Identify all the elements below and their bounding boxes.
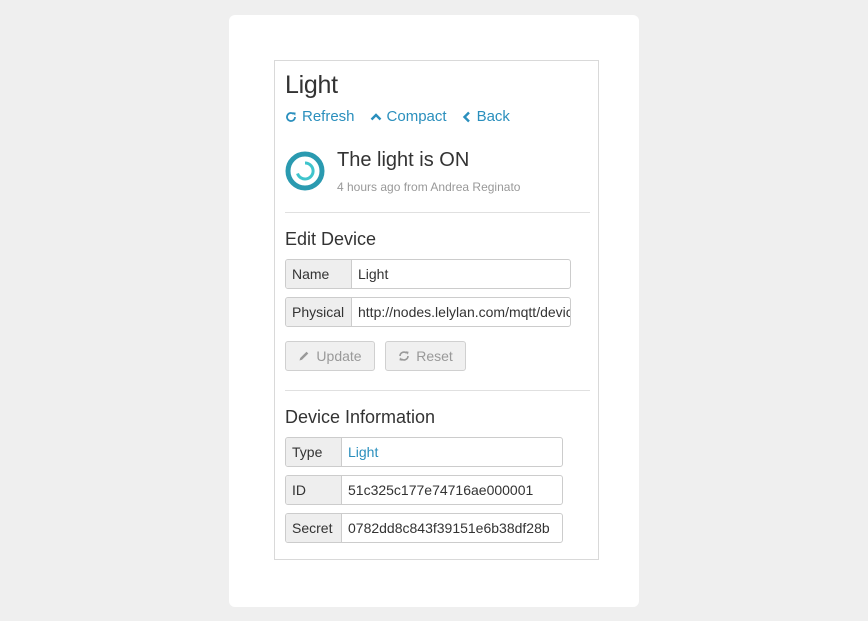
id-value[interactable]: 51c325c177e74716ae000001 bbox=[342, 476, 562, 504]
device-actions: Refresh Compact Back bbox=[285, 108, 525, 125]
back-link[interactable]: Back bbox=[462, 108, 510, 125]
update-button[interactable]: Update bbox=[285, 341, 375, 371]
secret-label: Secret bbox=[286, 514, 342, 542]
id-label: ID bbox=[286, 476, 342, 504]
status-text: The light is ON bbox=[337, 149, 470, 171]
physical-label: Physical bbox=[286, 298, 352, 326]
secret-value[interactable]: 0782dd8c843f39151e6b38df28b bbox=[342, 514, 562, 542]
compact-label: Compact bbox=[386, 108, 447, 125]
edit-device-heading: Edit Device bbox=[285, 229, 377, 249]
type-field: Type Light bbox=[285, 437, 563, 467]
back-label: Back bbox=[476, 108, 510, 125]
compact-link[interactable]: Compact bbox=[370, 108, 447, 125]
update-label: Update bbox=[316, 348, 362, 364]
reset-label: Reset bbox=[416, 348, 453, 364]
physical-input[interactable]: http://nodes.lelylan.com/mqtt/devices/ bbox=[352, 298, 570, 326]
device-title: Light bbox=[285, 71, 338, 99]
name-field: Name Light bbox=[285, 259, 571, 289]
refresh-icon bbox=[286, 111, 296, 122]
refresh-label: Refresh bbox=[302, 108, 355, 125]
type-link[interactable]: Light bbox=[342, 438, 562, 466]
name-input[interactable]: Light bbox=[352, 260, 570, 288]
device-information-heading: Device Information bbox=[285, 407, 436, 427]
id-field: ID 51c325c177e74716ae000001 bbox=[285, 475, 563, 505]
power-status-icon[interactable] bbox=[285, 151, 325, 191]
chevron-left-icon bbox=[462, 111, 470, 122]
device-panel: Light Refresh Compact Back The light is … bbox=[274, 60, 599, 560]
refresh-icon bbox=[399, 351, 410, 361]
divider bbox=[285, 212, 590, 213]
physical-field: Physical http://nodes.lelylan.com/mqtt/d… bbox=[285, 297, 571, 327]
divider bbox=[285, 390, 590, 391]
refresh-link[interactable]: Refresh bbox=[285, 108, 355, 125]
type-label: Type bbox=[286, 438, 342, 466]
secret-field: Secret 0782dd8c843f39151e6b38df28b bbox=[285, 513, 563, 543]
pencil-icon bbox=[299, 351, 309, 361]
status-meta: 4 hours ago from Andrea Reginato bbox=[337, 180, 521, 194]
chevron-up-icon bbox=[370, 112, 381, 120]
name-label: Name bbox=[286, 260, 352, 288]
reset-button[interactable]: Reset bbox=[385, 341, 466, 371]
